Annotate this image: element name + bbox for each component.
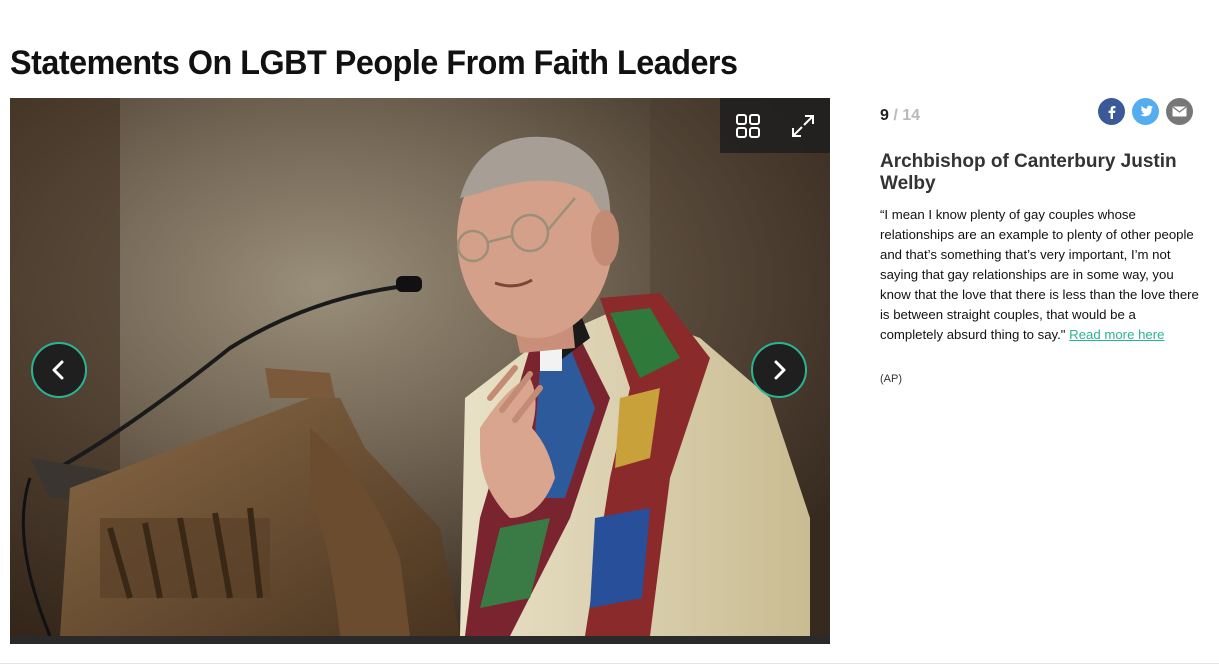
fullscreen-icon[interactable] <box>783 106 823 146</box>
slide-title: Archbishop of Canterbury Justin Welby <box>880 151 1177 194</box>
email-icon <box>1172 106 1187 117</box>
twitter-icon <box>1140 105 1153 117</box>
chevron-left-icon <box>52 360 64 380</box>
slide-bottom-bar <box>10 636 830 644</box>
slide-counter: 9 / 14 <box>880 107 920 125</box>
email-share-button[interactable] <box>1166 98 1193 125</box>
slide-caption: “I mean I know plenty of gay couples who… <box>880 205 1200 345</box>
page-divider <box>0 663 1219 664</box>
facebook-icon <box>1108 105 1115 119</box>
read-more-link[interactable]: Read more here <box>1069 327 1164 342</box>
facebook-share-button[interactable] <box>1098 98 1125 125</box>
chevron-right-icon <box>774 360 786 380</box>
next-slide-button[interactable] <box>751 342 807 398</box>
share-buttons <box>1098 98 1193 125</box>
caption-text: “I mean I know plenty of gay couples who… <box>880 207 1199 342</box>
current-slide-number: 9 <box>880 107 889 124</box>
slideshow-stage <box>10 98 830 644</box>
grid-view-icon[interactable] <box>728 106 768 146</box>
slideshow-toolbar <box>720 98 830 153</box>
photo-credit: (AP) <box>880 373 902 385</box>
slide-photo <box>10 98 830 636</box>
previous-slide-button[interactable] <box>31 342 87 398</box>
twitter-share-button[interactable] <box>1132 98 1159 125</box>
counter-separator: / <box>893 107 898 124</box>
total-slides-number: 14 <box>902 107 921 124</box>
page-title: Statements On LGBT People From Faith Lea… <box>10 44 738 82</box>
